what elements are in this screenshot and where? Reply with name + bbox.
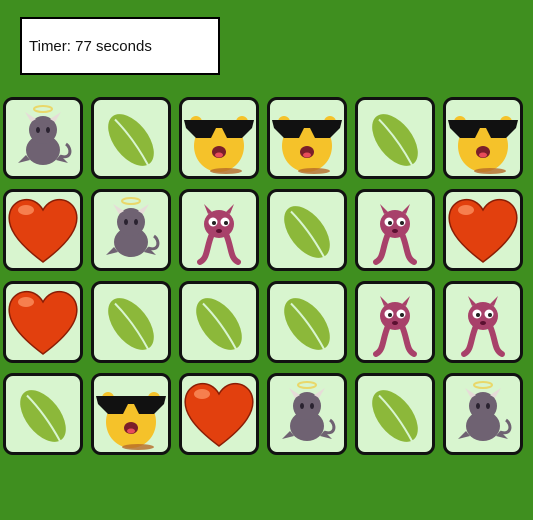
- leaf-icon: [284, 206, 330, 258]
- devil-icon: [458, 381, 512, 441]
- card-alien[interactable]: [179, 189, 259, 271]
- leaf-icon: [196, 298, 242, 350]
- sunglasses-monster-icon: [272, 116, 342, 174]
- sunglasses-monster-icon: [184, 116, 254, 174]
- card-leaf[interactable]: [3, 373, 83, 455]
- leaf-icon: [372, 114, 418, 166]
- timer-display: Timer: 77 seconds: [20, 17, 220, 75]
- card-leaf[interactable]: [91, 97, 171, 179]
- card-leaf[interactable]: [179, 281, 259, 363]
- card-heart[interactable]: [3, 189, 83, 271]
- card-devil[interactable]: [443, 373, 523, 455]
- leaf-icon: [284, 298, 330, 350]
- sunglasses-monster-icon: [96, 392, 166, 450]
- leaf-icon: [108, 298, 154, 350]
- heart-icon: [8, 199, 78, 263]
- card-sunglasses-monster[interactable]: [267, 97, 347, 179]
- card-alien[interactable]: [443, 281, 523, 363]
- card-devil[interactable]: [267, 373, 347, 455]
- card-leaf[interactable]: [355, 373, 435, 455]
- card-leaf[interactable]: [91, 281, 171, 363]
- sunglasses-monster-icon: [448, 116, 518, 174]
- alien-icon: [197, 204, 241, 265]
- card-heart[interactable]: [443, 189, 523, 271]
- card-sunglasses-monster[interactable]: [91, 373, 171, 455]
- card-leaf[interactable]: [355, 97, 435, 179]
- devil-icon: [106, 197, 160, 257]
- heart-icon: [184, 383, 254, 447]
- heart-icon: [8, 291, 78, 355]
- leaf-icon: [108, 114, 154, 166]
- card-devil[interactable]: [91, 189, 171, 271]
- timer-text: Timer: 77 seconds: [29, 37, 152, 55]
- heart-icon: [448, 199, 518, 263]
- devil-icon: [18, 105, 72, 165]
- alien-icon: [373, 204, 417, 265]
- card-leaf[interactable]: [267, 189, 347, 271]
- card-heart[interactable]: [3, 281, 83, 363]
- card-alien[interactable]: [355, 189, 435, 271]
- card-heart[interactable]: [179, 373, 259, 455]
- leaf-icon: [20, 390, 66, 442]
- card-devil[interactable]: [3, 97, 83, 179]
- devil-icon: [282, 381, 336, 441]
- card-sunglasses-monster[interactable]: [179, 97, 259, 179]
- card-leaf[interactable]: [267, 281, 347, 363]
- leaf-icon: [372, 390, 418, 442]
- card-alien[interactable]: [355, 281, 435, 363]
- alien-icon: [461, 296, 505, 357]
- card-sunglasses-monster[interactable]: [443, 97, 523, 179]
- alien-icon: [373, 296, 417, 357]
